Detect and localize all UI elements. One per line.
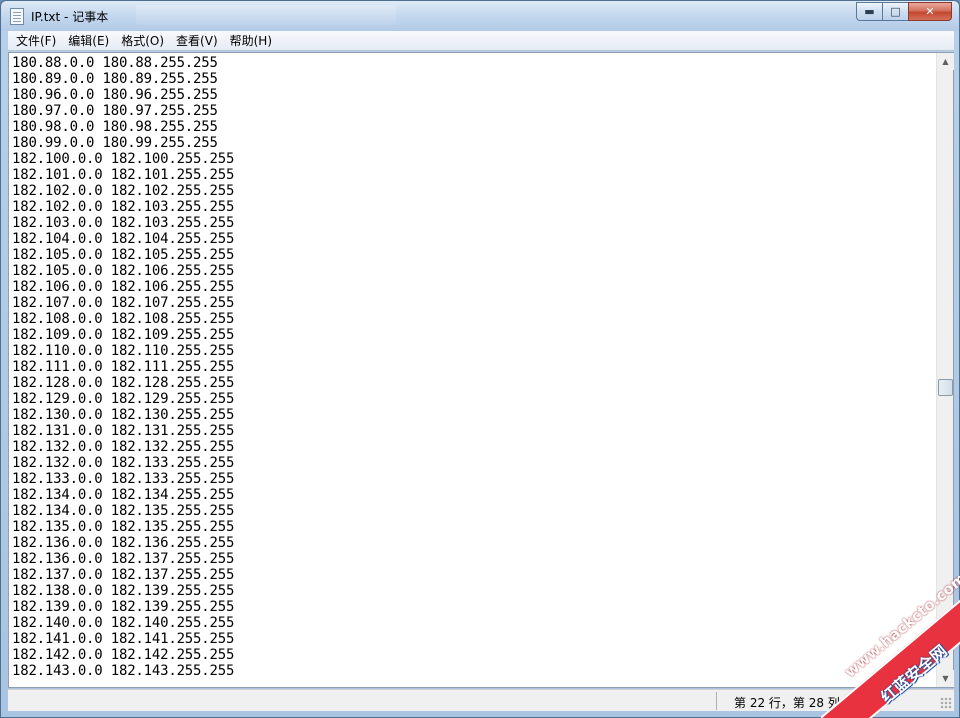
close-button[interactable]: ✕ — [908, 2, 952, 21]
text-line: 182.137.0.0 182.137.255.255 — [12, 567, 235, 583]
text-line: 182.141.0.0 182.141.255.255 — [12, 631, 235, 647]
scroll-up-icon: ▲ — [942, 57, 949, 66]
text-line: 182.102.0.0 182.102.255.255 — [12, 183, 235, 199]
text-line: 180.98.0.0 180.98.255.255 — [12, 119, 218, 135]
maximize-button[interactable]: □ — [882, 2, 908, 21]
text-line: 182.110.0.0 182.110.255.255 — [12, 343, 235, 359]
menu-file[interactable]: 文件(F) — [10, 32, 62, 50]
menu-view[interactable]: 查看(V) — [170, 32, 224, 50]
minimize-icon: ▬ — [864, 5, 875, 18]
text-line: 182.136.0.0 182.137.255.255 — [12, 551, 235, 567]
notepad-icon[interactable] — [10, 8, 24, 25]
title-bar[interactable]: IP.txt - 记事本 ▬ □ ✕ — [1, 1, 959, 31]
text-line: 182.105.0.0 182.105.255.255 — [12, 247, 235, 263]
text-line: 182.142.0.0 182.142.255.255 — [12, 647, 235, 663]
resize-grip[interactable] — [940, 697, 952, 709]
scroll-up-button[interactable]: ▲ — [937, 53, 954, 70]
text-line: 182.111.0.0 182.111.255.255 — [12, 359, 235, 375]
text-line: 180.97.0.0 180.97.255.255 — [12, 103, 218, 119]
text-line: 182.135.0.0 182.135.255.255 — [12, 519, 235, 535]
scroll-down-icon: ▼ — [942, 674, 949, 683]
text-line: 182.108.0.0 182.108.255.255 — [12, 311, 235, 327]
text-line: 182.130.0.0 182.130.255.255 — [12, 407, 235, 423]
text-line: 182.133.0.0 182.133.255.255 — [12, 471, 235, 487]
close-icon: ✕ — [925, 5, 935, 18]
menu-help[interactable]: 帮助(H) — [224, 32, 278, 50]
text-line: 182.138.0.0 182.139.255.255 — [12, 583, 235, 599]
background-window-ghost — [136, 5, 396, 25]
text-line: 180.99.0.0 180.99.255.255 — [12, 135, 218, 151]
scrollbar-thumb[interactable] — [938, 378, 953, 396]
text-line: 182.129.0.0 182.129.255.255 — [12, 391, 235, 407]
text-line: 182.143.0.0 182.143.255.255 — [12, 663, 235, 679]
text-line: 182.139.0.0 182.139.255.255 — [12, 599, 235, 615]
text-line: 182.105.0.0 182.106.255.255 — [12, 263, 235, 279]
text-line: 182.107.0.0 182.107.255.255 — [12, 295, 235, 311]
text-line: 182.102.0.0 182.103.255.255 — [12, 199, 235, 215]
minimize-button[interactable]: ▬ — [856, 2, 882, 21]
text-line: 182.132.0.0 182.132.255.255 — [12, 439, 235, 455]
scroll-down-button[interactable]: ▼ — [937, 670, 954, 687]
text-line: 182.109.0.0 182.109.255.255 — [12, 327, 235, 343]
maximize-icon: □ — [890, 5, 901, 18]
cursor-position: 第 22 行，第 28 列 — [734, 696, 840, 710]
menu-bar: 文件(F) 编辑(E) 格式(O) 查看(V) 帮助(H) — [8, 31, 954, 51]
text-line: 182.140.0.0 182.140.255.255 — [12, 615, 235, 631]
text-line: 180.89.0.0 180.89.255.255 — [12, 71, 218, 87]
text-line: 182.106.0.0 182.106.255.255 — [12, 279, 235, 295]
caption-buttons: ▬ □ ✕ — [856, 2, 952, 21]
text-line: 182.128.0.0 182.128.255.255 — [12, 375, 235, 391]
status-divider — [716, 692, 717, 710]
text-line: 182.134.0.0 182.134.255.255 — [12, 487, 235, 503]
text-line: 182.103.0.0 182.103.255.255 — [12, 215, 235, 231]
text-line: 180.88.0.0 180.88.255.255 — [12, 55, 218, 71]
text-line: 182.132.0.0 182.133.255.255 — [12, 455, 235, 471]
status-bar: 第 22 行，第 28 列 — [8, 689, 954, 711]
text-line: 182.100.0.0 182.100.255.255 — [12, 151, 235, 167]
text-line: 182.134.0.0 182.135.255.255 — [12, 503, 235, 519]
text-editor[interactable]: 180.88.0.0 180.88.255.255 180.89.0.0 180.… — [9, 53, 937, 687]
text-line: 180.96.0.0 180.96.255.255 — [12, 87, 218, 103]
text-line: 182.131.0.0 182.131.255.255 — [12, 423, 235, 439]
text-line: 182.104.0.0 182.104.255.255 — [12, 231, 235, 247]
editor-pane: 180.88.0.0 180.88.255.255 180.89.0.0 180.… — [8, 52, 954, 688]
text-line: 182.101.0.0 182.101.255.255 — [12, 167, 235, 183]
vertical-scrollbar[interactable]: ▲ ▼ — [936, 53, 954, 687]
menu-format[interactable]: 格式(O) — [115, 32, 170, 50]
text-line: 182.136.0.0 182.136.255.255 — [12, 535, 235, 551]
window-title: IP.txt - 记事本 — [31, 10, 109, 24]
menu-edit[interactable]: 编辑(E) — [62, 32, 115, 50]
notepad-window: IP.txt - 记事本 ▬ □ ✕ 文件(F) 编辑(E) 格式(O) 查看(… — [0, 0, 960, 718]
